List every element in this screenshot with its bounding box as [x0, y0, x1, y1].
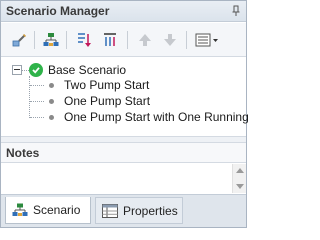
edit-icon [12, 34, 26, 47]
move-up-button[interactable] [134, 30, 156, 50]
scenario-manager-panel: Scenario Manager Base Scenario Two Pump … [0, 0, 249, 228]
toolbar-separator [66, 31, 67, 49]
list-dropdown-icon [195, 33, 218, 47]
arrow-down-icon [164, 34, 176, 46]
tree-connector [30, 117, 44, 118]
pin-icon[interactable] [230, 5, 242, 17]
scenario-toolbar [1, 23, 246, 57]
sort-down-button[interactable] [73, 30, 95, 50]
scenario-bullet-icon [49, 98, 54, 104]
notes-scrollbar[interactable] [232, 164, 246, 193]
collapse-toggle[interactable] [12, 65, 22, 75]
tree-item-label: Two Pump Start [64, 78, 150, 92]
toolbar-separator [186, 31, 187, 49]
create-child-button[interactable] [40, 30, 62, 50]
scroll-down-icon[interactable] [236, 184, 244, 189]
notes-textarea[interactable] [1, 164, 246, 193]
arrow-up-icon [139, 34, 151, 46]
tree-connector [30, 85, 44, 86]
tree-item-label: Base Scenario [48, 63, 127, 77]
sort-up-button[interactable] [99, 30, 121, 50]
tab-scenario[interactable]: Scenario [5, 197, 91, 224]
toolbar-separator [34, 31, 35, 49]
rename-scenario-button[interactable] [8, 30, 30, 50]
tree-add-icon [43, 33, 59, 46]
toolbar-separator [127, 31, 128, 49]
tree-item-base-scenario[interactable]: Base Scenario [29, 62, 126, 78]
properties-table-icon [102, 203, 118, 218]
panel-splitter[interactable] [1, 136, 246, 143]
scenario-bullet-icon [49, 114, 54, 120]
tab-label: Properties [123, 203, 178, 218]
tree-item-one-pump-start-with-one-running[interactable]: One Pump Start with One Running [49, 109, 249, 125]
notes-title: Notes [6, 146, 40, 160]
bottom-tabstrip: Scenario Properties [1, 194, 246, 227]
sort-up-icon [104, 33, 116, 46]
view-options-button[interactable] [193, 30, 223, 50]
tree-connector [30, 101, 44, 102]
tab-properties[interactable]: Properties [95, 197, 183, 224]
move-down-button[interactable] [159, 30, 181, 50]
check-icon [29, 63, 43, 77]
scroll-up-icon[interactable] [236, 168, 244, 173]
tree-connector [22, 70, 29, 71]
tree-connector [29, 76, 30, 118]
tree-item-label: One Pump Start [64, 94, 151, 108]
panel-title-bar: Scenario Manager [1, 1, 246, 22]
panel-title: Scenario Manager [6, 4, 110, 18]
sort-down-icon [78, 33, 91, 47]
tab-label: Scenario [33, 203, 81, 217]
tree-item-two-pump-start[interactable]: Two Pump Start [49, 77, 149, 93]
scenario-tree-icon [12, 203, 28, 217]
notes-header: Notes [1, 143, 246, 163]
tree-item-one-pump-start[interactable]: One Pump Start [49, 93, 150, 109]
tree-item-label: One Pump Start with One Running [64, 110, 249, 124]
scenario-bullet-icon [49, 82, 54, 88]
